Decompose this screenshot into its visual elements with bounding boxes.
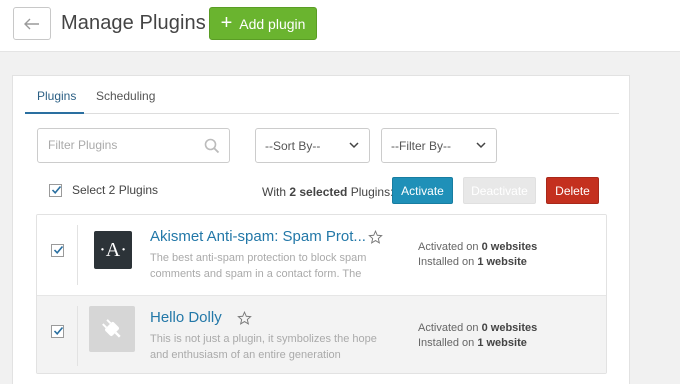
- select-all-checkbox[interactable]: [49, 183, 62, 197]
- tab-scheduling[interactable]: Scheduling: [96, 89, 155, 103]
- sort-by-select[interactable]: --Sort By--: [255, 128, 370, 163]
- filter-by-select[interactable]: --Filter By--: [381, 128, 497, 163]
- installed-count: 1 website: [477, 256, 527, 268]
- activated-count: 0 websites: [481, 322, 538, 334]
- filter-plugins-field[interactable]: [37, 128, 230, 163]
- plugin-checkbox[interactable]: [51, 244, 64, 257]
- installed-count: 1 website: [477, 337, 527, 349]
- plugin-name[interactable]: Hello Dolly: [150, 309, 222, 326]
- row-divider: [77, 225, 78, 285]
- plug-icon: [89, 306, 135, 352]
- delete-button[interactable]: Delete: [546, 177, 599, 204]
- star-icon[interactable]: [237, 311, 252, 326]
- plugin-checkbox[interactable]: [51, 325, 64, 338]
- plugin-row: ·A· Akismet Anti-spam: Spam Prot... The …: [37, 215, 606, 295]
- installed-stat: Installed on 1 website: [418, 336, 537, 351]
- activate-button[interactable]: Activate: [392, 177, 453, 204]
- filter-plugins-input[interactable]: [48, 138, 198, 152]
- chevron-down-icon: [349, 142, 359, 149]
- activated-prefix: Activated on: [418, 241, 482, 253]
- activated-stat: Activated on 0 websites: [418, 321, 537, 336]
- top-bar: Manage Plugins + Add plugin: [0, 0, 680, 52]
- activated-prefix: Activated on: [418, 322, 482, 334]
- back-button[interactable]: [13, 7, 51, 40]
- select-all-label: Select 2 Plugins: [72, 183, 159, 197]
- back-arrow-icon: [24, 18, 39, 29]
- add-plugin-button[interactable]: + Add plugin: [209, 7, 317, 40]
- checkmark-icon: [53, 245, 64, 254]
- filter-by-label: --Filter By--: [391, 139, 451, 153]
- star-icon[interactable]: [368, 230, 383, 245]
- plugin-stats: Activated on 0 websites Installed on 1 w…: [418, 321, 537, 351]
- search-icon[interactable]: [204, 138, 220, 154]
- activated-stat: Activated on 0 websites: [418, 240, 537, 255]
- installed-prefix: Installed on: [418, 337, 478, 349]
- plugin-description: This is not just a plugin, it symbolizes…: [150, 333, 377, 361]
- akismet-logo-icon: ·A·: [94, 231, 132, 269]
- sort-by-label: --Sort By--: [265, 139, 321, 153]
- row-divider: [77, 306, 78, 366]
- plugin-name[interactable]: Akismet Anti-spam: Spam Prot...: [150, 228, 366, 245]
- page-title: Manage Plugins: [61, 12, 206, 34]
- bulk-prefix: With: [262, 185, 290, 199]
- checkmark-icon: [51, 185, 62, 194]
- bulk-action-label: With 2 selected Plugins:: [262, 185, 393, 199]
- tab-plugins[interactable]: Plugins: [37, 89, 76, 103]
- installed-prefix: Installed on: [418, 256, 478, 268]
- plugin-row: Hello Dolly This is not just a plugin, i…: [37, 295, 606, 373]
- plugin-stats: Activated on 0 websites Installed on 1 w…: [418, 240, 537, 270]
- bulk-count: 2 selected: [289, 185, 348, 199]
- plus-icon: +: [220, 11, 233, 34]
- plugins-card: Plugins Scheduling --Sort By-- --Filter …: [12, 75, 630, 384]
- chevron-down-icon: [476, 142, 486, 149]
- bulk-suffix: Plugins:: [347, 185, 394, 199]
- add-plugin-label: Add plugin: [239, 15, 306, 32]
- active-tab-indicator: [25, 112, 84, 114]
- plugin-list: ·A· Akismet Anti-spam: Spam Prot... The …: [36, 214, 607, 374]
- deactivate-button[interactable]: Deactivate: [463, 177, 536, 204]
- installed-stat: Installed on 1 website: [418, 255, 537, 270]
- checkmark-icon: [53, 326, 64, 335]
- select-all[interactable]: Select 2 Plugins: [49, 183, 158, 197]
- tab-bar: Plugins Scheduling: [25, 76, 619, 114]
- plugin-description: The best anti-spam protection to block s…: [150, 252, 367, 280]
- activated-count: 0 websites: [481, 241, 538, 253]
